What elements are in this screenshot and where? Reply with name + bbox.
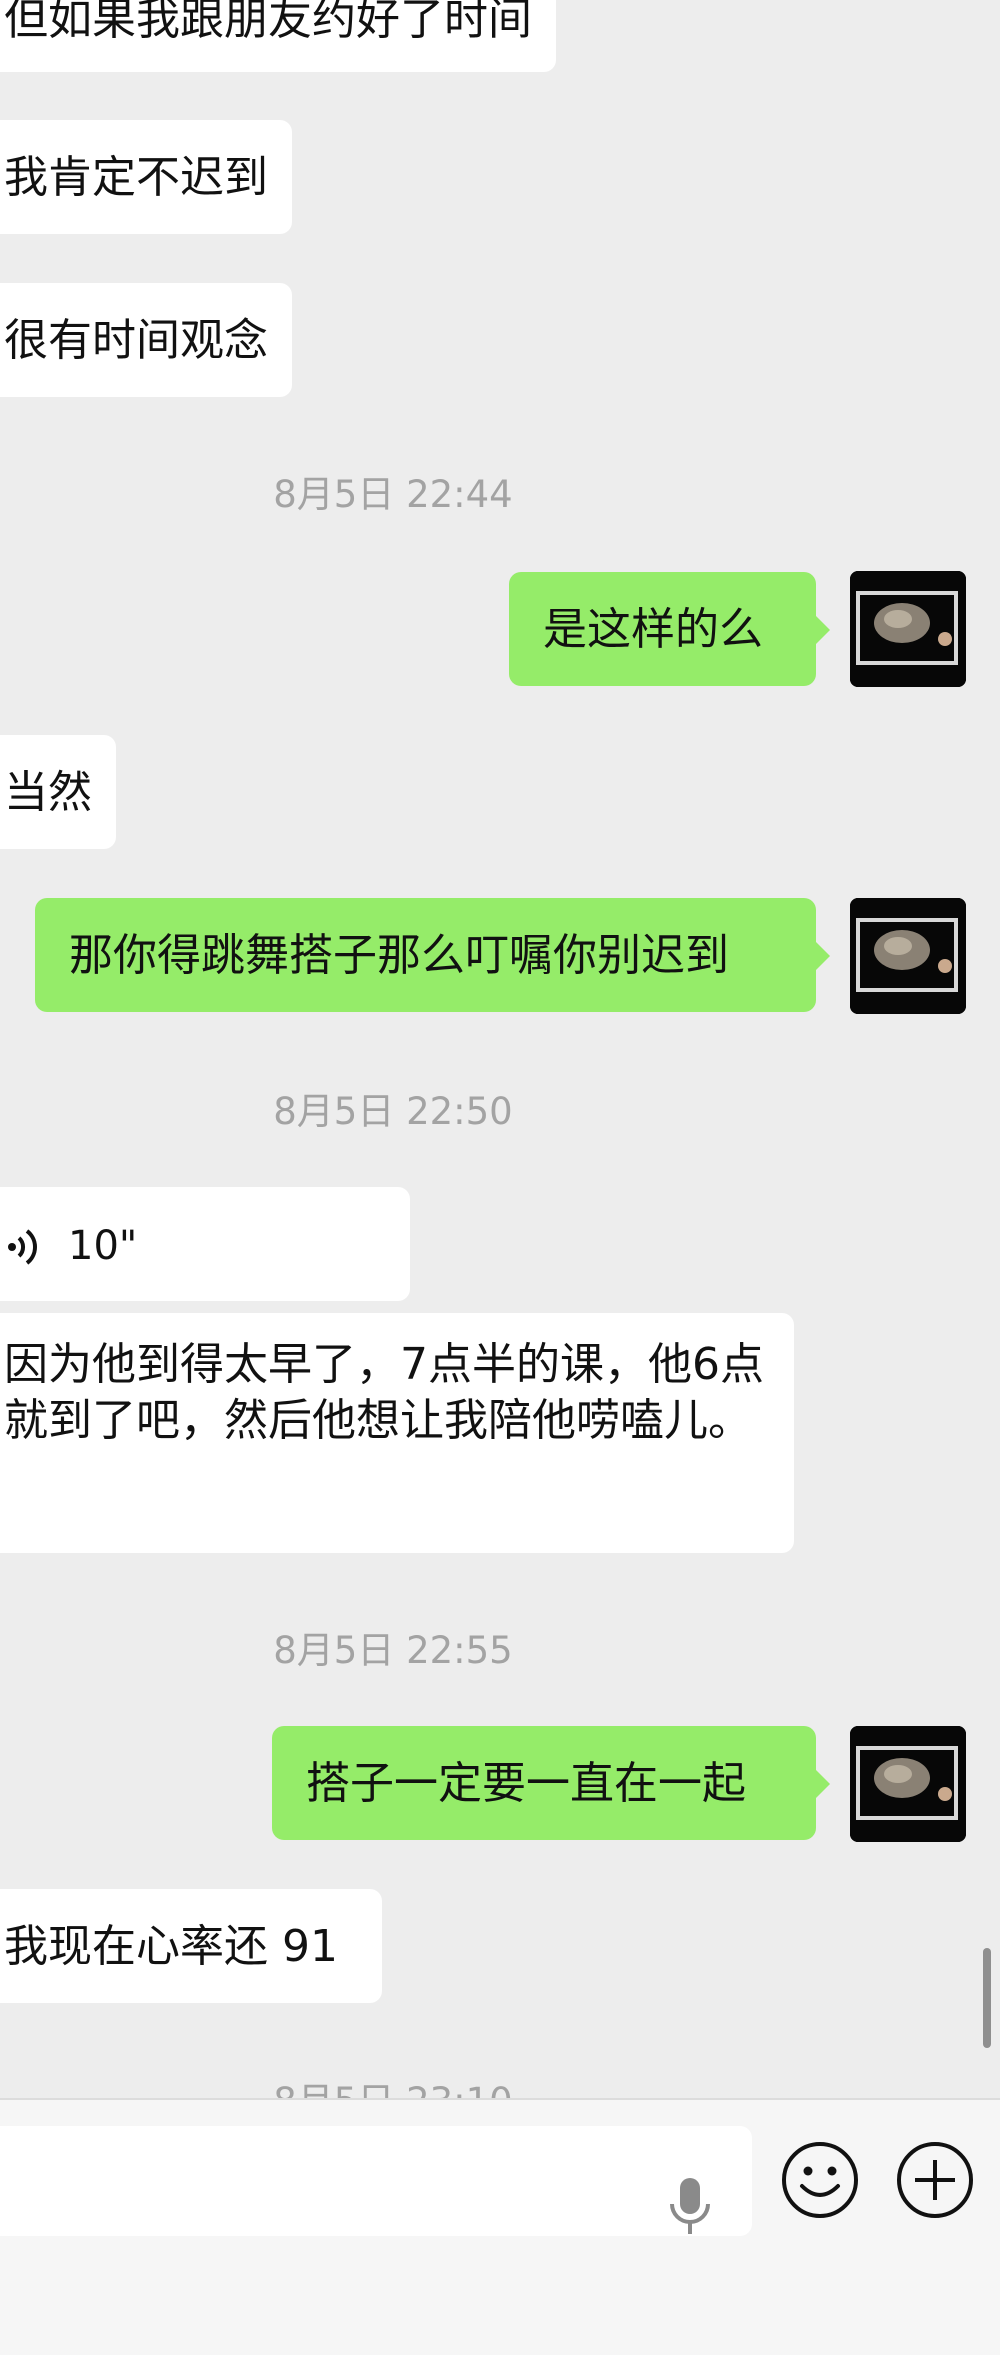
message-bubble-incoming[interactable]: 我现在心率还 91 bbox=[0, 1889, 382, 2003]
timestamp: 8月5日 22:44 bbox=[273, 473, 513, 516]
message-text: 当然 bbox=[4, 767, 92, 818]
message-text: 搭子一定要一直在一起 bbox=[306, 1758, 746, 1809]
voice-duration: 10" bbox=[68, 1223, 138, 1269]
chat-area[interactable]: 但如果我跟朋友约好了时间 我肯定不迟到 很有时间观念 8月5日 22:44 是这… bbox=[0, 0, 1000, 2098]
message-text: 很有时间观念 bbox=[4, 315, 268, 366]
message-text: 我肯定不迟到 bbox=[4, 152, 268, 203]
smiley-face-icon[interactable] bbox=[780, 2140, 860, 2220]
message-bubble-incoming[interactable]: 因为他到得太早了，7点半的课，他6点就到了吧，然后他想让我陪他唠嗑儿。 bbox=[0, 1313, 794, 1553]
message-input[interactable] bbox=[0, 2126, 752, 2236]
sound-wave-icon bbox=[6, 1227, 40, 1267]
avatar[interactable] bbox=[850, 1726, 966, 1842]
message-bubble-incoming[interactable]: 我肯定不迟到 bbox=[0, 120, 292, 234]
message-text: 但如果我跟朋友约好了时间 bbox=[4, 0, 532, 45]
input-bar bbox=[0, 2098, 1000, 2355]
plus-circle-icon[interactable] bbox=[895, 2140, 975, 2220]
timestamp: 8月5日 22:55 bbox=[273, 1629, 513, 1672]
message-text: 因为他到得太早了，7点半的课，他6点就到了吧，然后他想让我陪他唠嗑儿。 bbox=[4, 1339, 764, 1446]
timestamp: 8月5日 23:10 bbox=[0, 2080, 786, 2098]
scrollbar[interactable] bbox=[983, 1948, 991, 2048]
voice-message-bubble[interactable]: 10" bbox=[0, 1187, 410, 1301]
timestamp: 8月5日 22:50 bbox=[273, 1090, 513, 1133]
message-bubble-outgoing[interactable]: 是这样的么 bbox=[509, 572, 830, 686]
avatar-image bbox=[850, 1726, 966, 1842]
message-bubble-outgoing[interactable]: 那你得跳舞搭子那么叮嘱你别迟到 bbox=[35, 898, 830, 1012]
avatar[interactable] bbox=[850, 898, 966, 1014]
microphone-icon[interactable] bbox=[665, 2176, 715, 2238]
message-text: 是这样的么 bbox=[543, 604, 763, 655]
message-bubble-incoming[interactable]: 但如果我跟朋友约好了时间 bbox=[0, 0, 556, 72]
avatar-image bbox=[850, 898, 966, 1014]
message-bubble-incoming[interactable]: 很有时间观念 bbox=[0, 283, 292, 397]
message-bubble-outgoing[interactable]: 搭子一定要一直在一起 bbox=[272, 1726, 830, 1840]
avatar-image bbox=[850, 571, 966, 687]
avatar[interactable] bbox=[850, 571, 966, 687]
message-bubble-incoming[interactable]: 当然 bbox=[0, 735, 116, 849]
message-text: 我现在心率还 91 bbox=[4, 1921, 338, 1972]
message-text: 那你得跳舞搭子那么叮嘱你别迟到 bbox=[69, 930, 729, 981]
